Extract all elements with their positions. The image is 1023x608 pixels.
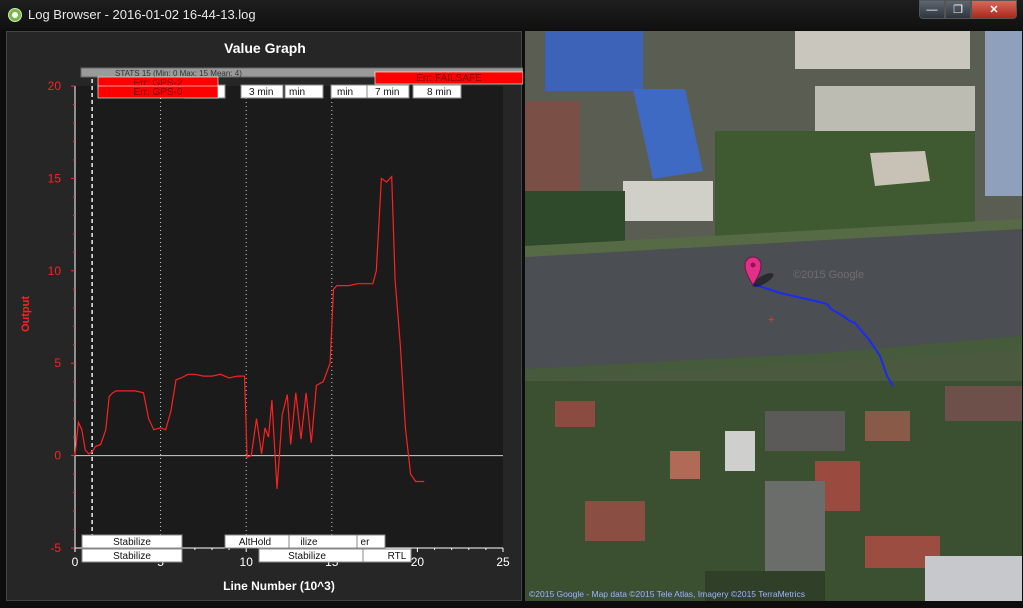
apartment-block <box>795 31 970 69</box>
time-label: min <box>289 87 305 98</box>
white-roof-building <box>623 181 713 221</box>
window-controls: — ❐ ✕ <box>919 0 1017 20</box>
home-marker: + <box>768 314 774 326</box>
paved-area <box>765 481 825 581</box>
time-label: 3 min <box>249 87 273 98</box>
trees-northwest <box>525 191 625 246</box>
y-tick-label: -5 <box>50 541 61 555</box>
x-tick-label: 25 <box>496 555 510 569</box>
y-tick-label: 5 <box>54 356 61 370</box>
y-axis-label: Output <box>20 296 32 332</box>
x-tick-label: 0 <box>72 555 79 569</box>
mode-label: Stabilize <box>113 537 151 548</box>
close-button[interactable]: ✕ <box>971 0 1017 19</box>
map-copyright: ©2015 Google - Map data ©2015 Tele Atlas… <box>529 589 805 599</box>
window-title: Log Browser - 2016-01-02 16-44-13.log <box>28 7 256 22</box>
chart-title: Value Graph <box>224 40 306 56</box>
white-roof-building <box>725 431 755 471</box>
stats-label: STATS 15 (Min: 0 Max: 15 Mean: 4) <box>115 69 242 78</box>
time-label: 8 min <box>427 87 451 98</box>
app-icon <box>8 8 22 22</box>
mode-label: er <box>361 537 371 548</box>
satellite-map[interactable]: + <box>525 31 1022 601</box>
value-graph-chart[interactable]: Value Graph -5051015200510152025 STATS 1… <box>7 32 523 602</box>
open-plaza <box>870 151 930 186</box>
blue-roof-building <box>545 31 643 91</box>
mode-label: Stabilize <box>113 551 151 562</box>
plot-background <box>75 86 503 548</box>
mode-label: ilize <box>300 537 318 548</box>
red-roof-building <box>670 451 700 479</box>
time-label: min <box>337 87 353 98</box>
time-label: 7 min <box>375 87 399 98</box>
value-graph-panel[interactable]: Value Graph -5051015200510152025 STATS 1… <box>6 31 523 602</box>
red-roof-building <box>525 101 580 191</box>
grey-roof-building <box>765 411 845 451</box>
y-tick-label: 20 <box>48 79 62 93</box>
y-tick-label: 15 <box>48 171 62 185</box>
mode-label: AltHold <box>239 537 271 548</box>
location-pin-dot <box>750 262 756 268</box>
y-tick-label: 0 <box>54 449 61 463</box>
building-east <box>985 31 1022 196</box>
red-roof-building <box>585 501 645 541</box>
red-roof-building <box>555 401 595 427</box>
red-roof-building <box>865 411 910 441</box>
log-browser-window: Log Browser - 2016-01-02 16-44-13.log — … <box>0 0 1023 608</box>
maximize-button[interactable]: ❐ <box>945 0 971 19</box>
mode-label: Stabilize <box>288 551 326 562</box>
white-roof-building <box>925 556 1022 601</box>
map-panel[interactable]: + ©2015 Google ©2015 Google - Map data ©… <box>525 31 1022 601</box>
mode-label: RTL <box>388 551 407 562</box>
y-tick-label: 10 <box>48 264 62 278</box>
x-axis-label: Line Number (10^3) <box>223 579 335 593</box>
plot-area <box>75 86 503 548</box>
map-watermark: ©2015 Google <box>793 269 865 281</box>
x-tick-label: 10 <box>240 555 254 569</box>
title-bar[interactable]: Log Browser - 2016-01-02 16-44-13.log — … <box>0 0 1023 30</box>
apartment-block <box>815 86 975 131</box>
minimize-button[interactable]: — <box>919 0 945 19</box>
red-roof-building <box>945 386 1022 421</box>
x-tick-label: 20 <box>411 555 425 569</box>
error-label: Err: FAILSAFE <box>416 73 482 84</box>
error-label: Err: GPS-0 <box>134 87 183 98</box>
